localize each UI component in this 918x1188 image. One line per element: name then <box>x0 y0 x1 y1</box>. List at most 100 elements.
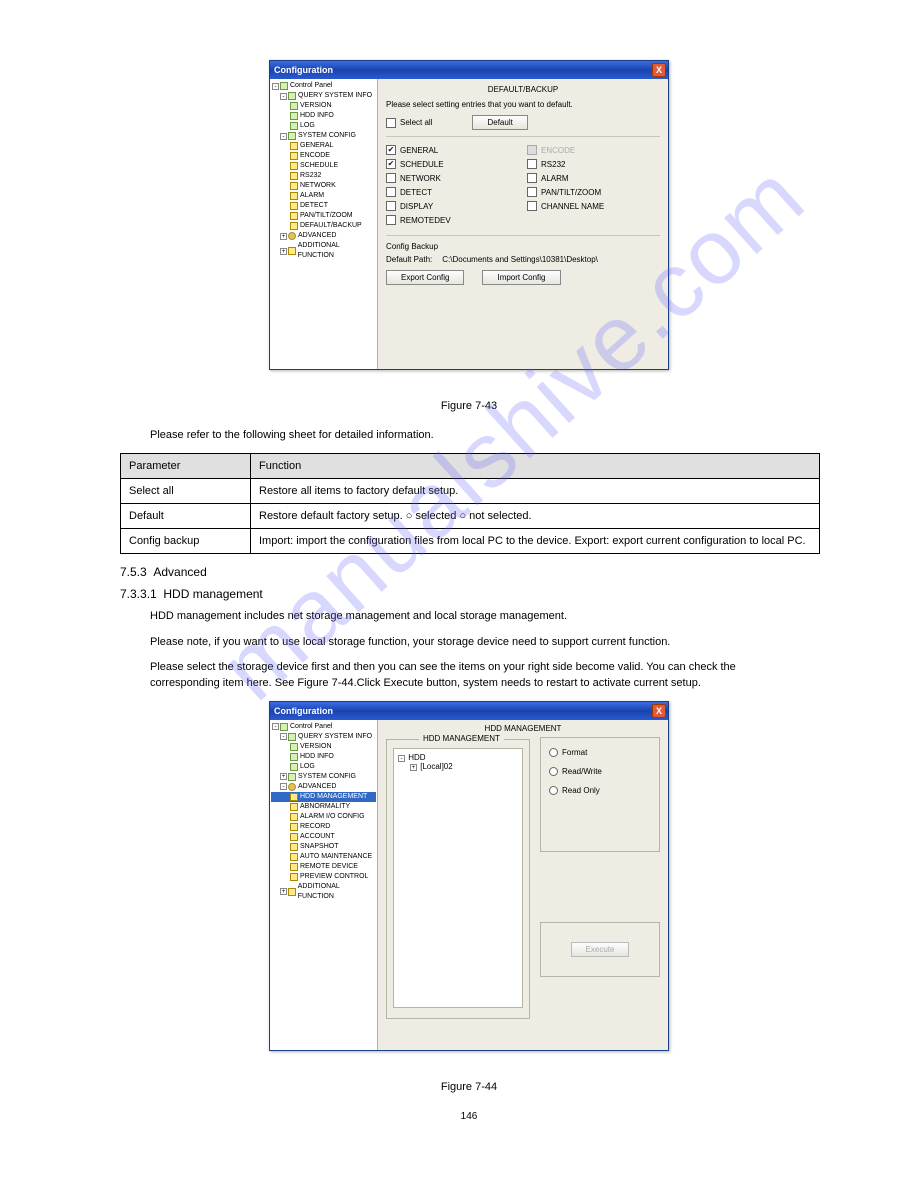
expand-icon[interactable]: + <box>280 248 287 255</box>
tree-abnormality[interactable]: ABNORMALITY <box>271 802 376 812</box>
th-parameter: Parameter <box>121 454 251 479</box>
config-window-2: Configuration X -Control Panel -QUERY SY… <box>269 701 669 1051</box>
table-row: Parameter Function <box>121 454 820 479</box>
checkbox-icon: ✔ <box>386 159 396 169</box>
tree-default-backup[interactable]: DEFAULT/BACKUP <box>271 221 376 231</box>
tree-snapshot[interactable]: SNAPSHOT <box>271 842 376 852</box>
tree-hddinfo-2[interactable]: HDD INFO <box>271 752 376 762</box>
folder-icon <box>288 92 296 100</box>
tree-schedule[interactable]: SCHEDULE <box>271 161 376 171</box>
folder-icon <box>288 733 296 741</box>
cb-display[interactable]: DISPLAY <box>386 201 519 211</box>
collapse-icon[interactable]: - <box>280 733 287 740</box>
group-title-hdd: HDD MANAGEMENT <box>386 724 660 733</box>
default-button[interactable]: Default <box>472 115 527 130</box>
tree-addfunc-2[interactable]: +ADDITIONAL FUNCTION <box>271 882 376 902</box>
tree-root[interactable]: -Control Panel <box>271 81 376 91</box>
expand-icon[interactable]: + <box>280 233 287 240</box>
radio-readonly[interactable]: Read Only <box>549 786 651 795</box>
collapse-icon[interactable]: - <box>280 93 287 100</box>
folder-icon <box>290 142 298 150</box>
cb-general[interactable]: ✔GENERAL <box>386 145 519 155</box>
tree-advanced[interactable]: +ADVANCED <box>271 231 376 241</box>
cb-channel-name[interactable]: CHANNEL NAME <box>527 201 660 211</box>
table-row: Config backup Import: import the configu… <box>121 529 820 554</box>
default-path-value: C:\Documents and Settings\10381\Desktop\ <box>442 255 598 264</box>
tree-addfunc[interactable]: +ADDITIONAL FUNCTION <box>271 241 376 261</box>
checkbox-icon <box>527 145 537 155</box>
instruction-text: Please select setting entries that you w… <box>386 100 660 109</box>
radio-readwrite[interactable]: Read/Write <box>549 767 651 776</box>
tree-alarm[interactable]: ALARM <box>271 191 376 201</box>
tree-version[interactable]: VERSION <box>271 101 376 111</box>
tree-log-2[interactable]: LOG <box>271 762 376 772</box>
tree-network[interactable]: NETWORK <box>271 181 376 191</box>
tree-remote-device[interactable]: REMOTE DEVICE <box>271 862 376 872</box>
export-config-button[interactable]: Export Config <box>386 270 464 285</box>
tree-encode[interactable]: ENCODE <box>271 151 376 161</box>
tree-account[interactable]: ACCOUNT <box>271 832 376 842</box>
expand-icon[interactable]: + <box>280 773 287 780</box>
tree-ptz[interactable]: PAN/TILT/ZOOM <box>271 211 376 221</box>
folder-icon <box>290 823 298 831</box>
tree-query-2[interactable]: -QUERY SYSTEM INFO <box>271 732 376 742</box>
cb-ptz[interactable]: PAN/TILT/ZOOM <box>527 187 660 197</box>
folder-icon <box>288 247 296 255</box>
tree-hdd-management[interactable]: HDD MANAGEMENT <box>271 792 376 802</box>
select-all-checkbox[interactable]: Select all <box>386 118 432 128</box>
tree-query-sysinfo[interactable]: -QUERY SYSTEM INFO <box>271 91 376 101</box>
hdd-root-node[interactable]: - HDD <box>398 753 518 762</box>
tree-panel-2: -Control Panel -QUERY SYSTEM INFO VERSIO… <box>270 720 378 1050</box>
tree-root-2[interactable]: -Control Panel <box>271 722 376 732</box>
expand-icon[interactable]: + <box>280 888 287 895</box>
folder-icon <box>290 222 298 230</box>
table-row: Select all Restore all items to factory … <box>121 479 820 504</box>
cb-detect[interactable]: DETECT <box>386 187 519 197</box>
tree-preview-control[interactable]: PREVIEW CONTROL <box>271 872 376 882</box>
checkbox-icon <box>386 118 396 128</box>
folder-icon <box>290 873 298 881</box>
hdd-list[interactable]: - HDD + [Local]02 <box>393 748 523 1008</box>
tree-log[interactable]: LOG <box>271 121 376 131</box>
tree-hddinfo[interactable]: HDD INFO <box>271 111 376 121</box>
expand-icon[interactable]: + <box>410 764 417 771</box>
cb-network[interactable]: NETWORK <box>386 173 519 183</box>
tree-version-2[interactable]: VERSION <box>271 742 376 752</box>
folder-icon <box>290 803 298 811</box>
panel-icon <box>280 723 288 731</box>
cb-remotedev[interactable]: REMOTEDEV <box>386 215 519 225</box>
config-backup-label: Config Backup <box>386 242 660 251</box>
tree-sysconf-2[interactable]: +SYSTEM CONFIG <box>271 772 376 782</box>
collapse-icon[interactable]: - <box>398 755 405 762</box>
page-icon <box>290 753 298 761</box>
tree-system-config[interactable]: -SYSTEM CONFIG <box>271 131 376 141</box>
hdd-local-item[interactable]: + [Local]02 <box>398 762 518 771</box>
collapse-icon[interactable]: - <box>280 783 287 790</box>
checkbox-icon: ✔ <box>386 145 396 155</box>
cb-schedule[interactable]: ✔SCHEDULE <box>386 159 519 169</box>
titlebar-1: Configuration X <box>270 61 668 79</box>
default-path-label: Default Path: <box>386 255 432 264</box>
tree-detect[interactable]: DETECT <box>271 201 376 211</box>
cb-rs232[interactable]: RS232 <box>527 159 660 169</box>
tree-automaint[interactable]: AUTO MAINTENANCE <box>271 852 376 862</box>
tree-rs232[interactable]: RS232 <box>271 171 376 181</box>
tree-advanced-2[interactable]: -ADVANCED <box>271 782 376 792</box>
collapse-icon[interactable]: - <box>272 723 279 730</box>
close-button-1[interactable]: X <box>652 63 666 77</box>
right-pane-1: DEFAULT/BACKUP Please select setting ent… <box>378 79 668 369</box>
collapse-icon[interactable]: - <box>272 83 279 90</box>
close-button-2[interactable]: X <box>652 704 666 718</box>
tree-general[interactable]: GENERAL <box>271 141 376 151</box>
folder-icon <box>290 152 298 160</box>
radio-format[interactable]: Format <box>549 748 651 757</box>
tree-record[interactable]: RECORD <box>271 822 376 832</box>
tree-alarm-io[interactable]: ALARM I/O CONFIG <box>271 812 376 822</box>
collapse-icon[interactable]: - <box>280 133 287 140</box>
folder-icon <box>290 212 298 220</box>
import-config-button[interactable]: Import Config <box>482 270 560 285</box>
cb-alarm[interactable]: ALARM <box>527 173 660 183</box>
execute-button[interactable]: Execute <box>571 942 630 957</box>
radio-icon <box>549 767 558 776</box>
table-intro-text: Please refer to the following sheet for … <box>150 428 770 443</box>
